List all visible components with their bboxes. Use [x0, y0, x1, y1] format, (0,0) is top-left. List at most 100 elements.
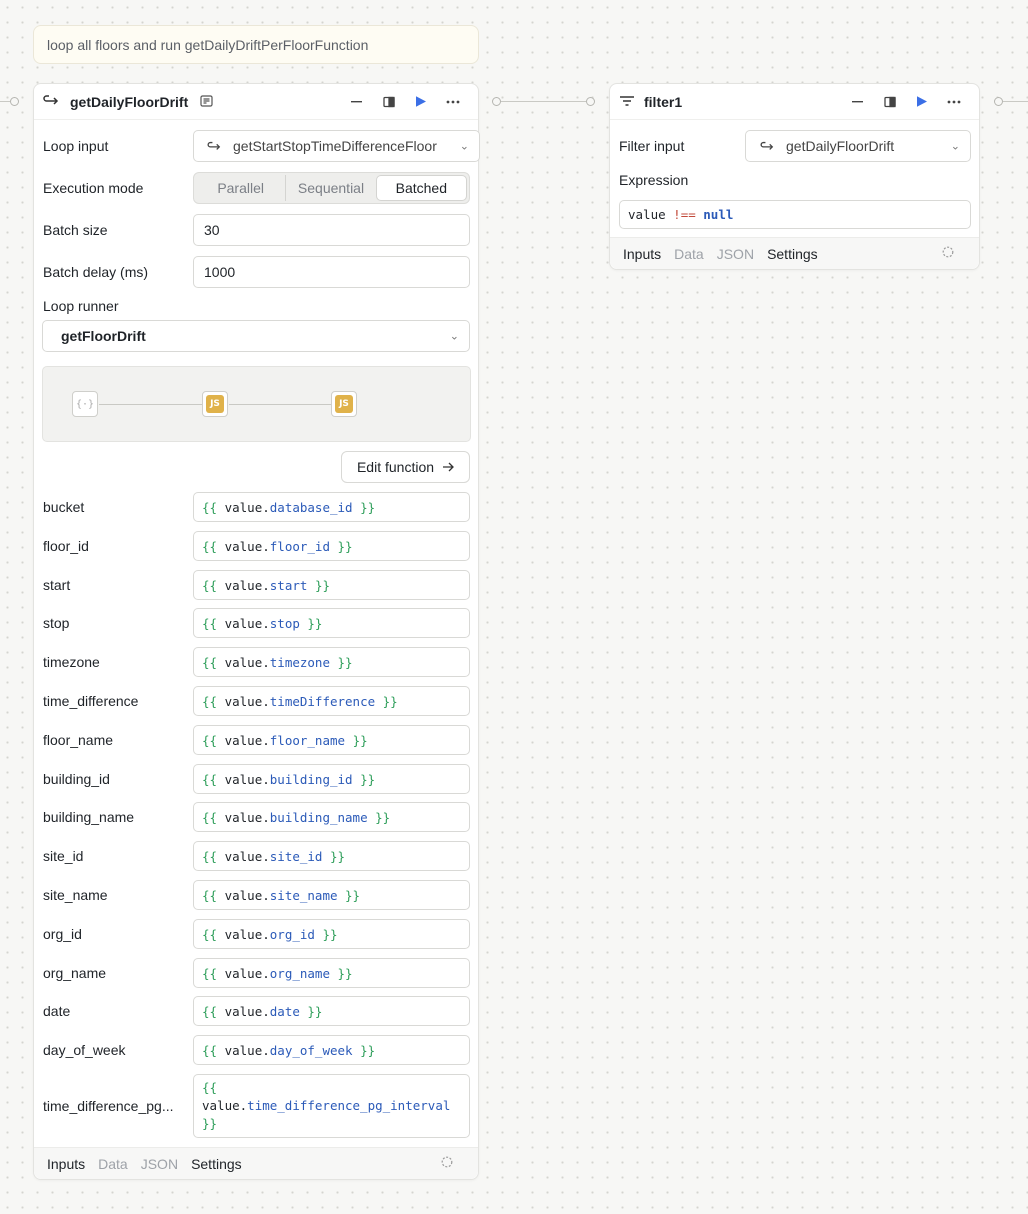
- param-input[interactable]: {{ value. org_id }}: [193, 919, 470, 949]
- param-input[interactable]: {{ value. day_of_week }}: [193, 1035, 470, 1065]
- note-text: loop all floors and run getDailyDriftPer…: [47, 37, 369, 53]
- template-close: }}: [352, 732, 368, 748]
- param-input[interactable]: {{ value. timeDifference }}: [193, 686, 470, 716]
- tab-settings[interactable]: Settings: [191, 1156, 242, 1172]
- execution-mode-label: Execution mode: [43, 180, 144, 196]
- template-property: floor_id: [269, 538, 330, 554]
- expression-input[interactable]: value !== null: [619, 200, 971, 229]
- panel-icon[interactable]: [874, 90, 906, 114]
- param-input[interactable]: {{ value. site_name }}: [193, 880, 470, 910]
- minimize-icon[interactable]: [341, 90, 373, 114]
- tab-json[interactable]: JSON: [141, 1156, 178, 1172]
- loop-icon: [760, 140, 776, 152]
- batch-size-label: Batch size: [43, 222, 108, 238]
- param-input[interactable]: {{ value. building_id }}: [193, 764, 470, 794]
- param-input[interactable]: {{ value. stop }}: [193, 608, 470, 638]
- batch-size-input[interactable]: 30: [193, 214, 470, 246]
- filter-node-title[interactable]: filter1: [644, 94, 682, 110]
- template-open: {{: [202, 771, 218, 787]
- param-input[interactable]: {{ value.time_difference_pg_interval }}: [193, 1074, 470, 1138]
- template-close: }}: [382, 693, 398, 709]
- docs-icon[interactable]: [200, 94, 213, 110]
- template-object: value: [224, 809, 263, 825]
- more-icon[interactable]: [437, 90, 469, 114]
- run-icon[interactable]: [906, 90, 938, 114]
- template-open: {{: [202, 732, 218, 748]
- param-input[interactable]: {{ value. database_id }}: [193, 492, 470, 522]
- param-label: site_name: [43, 887, 108, 903]
- mode-sequential[interactable]: Sequential: [286, 175, 375, 201]
- param-input[interactable]: {{ value. site_id }}: [193, 841, 470, 871]
- batch-size-value: 30: [204, 222, 220, 238]
- tab-json[interactable]: JSON: [717, 246, 754, 262]
- preview-edge: [229, 404, 331, 405]
- template-close: }}: [360, 1042, 376, 1058]
- loop-node[interactable]: getDailyFloorDrift Loop input getStartSt…: [33, 83, 480, 1180]
- edge-loop-to-filter: [501, 101, 586, 102]
- batch-delay-input[interactable]: 1000: [193, 256, 470, 288]
- param-label: org_id: [43, 926, 82, 942]
- template-open: {{: [202, 615, 218, 631]
- param-input[interactable]: {{ value. floor_id }}: [193, 531, 470, 561]
- template-close: }}: [360, 771, 376, 787]
- param-label: date: [43, 1003, 71, 1019]
- loop-output-handle[interactable]: [492, 97, 501, 106]
- spinner-icon: [942, 246, 954, 261]
- template-property: stop: [269, 615, 300, 631]
- param-input[interactable]: {{ value. building_name }}: [193, 802, 470, 832]
- template-open: {{: [202, 577, 218, 593]
- tab-data[interactable]: Data: [674, 246, 704, 262]
- function-preview[interactable]: {·} JS JS: [42, 366, 471, 442]
- filter-node-header[interactable]: filter1: [610, 84, 979, 120]
- loop-node-footer: Inputs Data JSON Settings: [34, 1147, 478, 1179]
- param-input[interactable]: {{ value. floor_name }}: [193, 725, 470, 755]
- param-label: floor_name: [43, 732, 114, 748]
- template-close: }}: [337, 965, 353, 981]
- template-object: value: [224, 965, 263, 981]
- edit-function-button[interactable]: Edit function: [341, 451, 470, 483]
- loop-node-header[interactable]: getDailyFloorDrift: [34, 84, 478, 120]
- param-input[interactable]: {{ value. timezone }}: [193, 647, 470, 677]
- template-object: value: [224, 615, 263, 631]
- run-icon[interactable]: [405, 90, 437, 114]
- tab-data[interactable]: Data: [98, 1156, 128, 1172]
- tab-inputs[interactable]: Inputs: [47, 1156, 85, 1172]
- js-badge: JS: [335, 395, 353, 413]
- template-open: {{: [202, 538, 218, 554]
- param-input[interactable]: {{ value. start }}: [193, 570, 470, 600]
- param-input[interactable]: {{ value. date }}: [193, 996, 470, 1026]
- tab-settings[interactable]: Settings: [767, 246, 818, 262]
- template-property: timeDifference: [269, 693, 376, 709]
- param-label: time_difference: [43, 693, 139, 709]
- template-close: }}: [307, 1003, 323, 1019]
- template-close: }}: [345, 887, 361, 903]
- arrow-right-icon: [442, 459, 454, 475]
- loop-input-handle[interactable]: [10, 97, 19, 106]
- template-open: {{: [202, 1080, 218, 1095]
- mode-parallel[interactable]: Parallel: [196, 175, 287, 201]
- param-label: building_name: [43, 809, 135, 825]
- param-label: stop: [43, 615, 70, 631]
- filter-output-handle[interactable]: [994, 97, 1003, 106]
- canvas-note[interactable]: loop all floors and run getDailyDriftPer…: [33, 25, 479, 64]
- template-open: {{: [202, 887, 218, 903]
- loop-icon: [207, 140, 223, 152]
- template-property: site_name: [269, 887, 338, 903]
- filter-node[interactable]: filter1 Filter input getDailyFloorDrift …: [609, 83, 980, 270]
- filter-input-handle[interactable]: [586, 97, 595, 106]
- loop-input-select[interactable]: getStartStopTimeDifferenceFloor ⌄: [193, 130, 480, 162]
- panel-icon[interactable]: [373, 90, 405, 114]
- loop-runner-select[interactable]: getFloorDrift ⌄: [42, 320, 470, 352]
- template-object: value: [224, 926, 263, 942]
- loop-runner-row: Loop runner: [43, 296, 468, 316]
- filter-input-select[interactable]: getDailyFloorDrift ⌄: [745, 130, 971, 162]
- param-input[interactable]: {{ value. org_name }}: [193, 958, 470, 988]
- loop-node-title[interactable]: getDailyFloorDrift: [70, 94, 188, 110]
- more-icon[interactable]: [938, 90, 970, 114]
- mode-batched[interactable]: Batched: [375, 175, 467, 201]
- minimize-icon[interactable]: [842, 90, 874, 114]
- execution-mode-toggle[interactable]: Parallel Sequential Batched: [193, 172, 470, 204]
- template-object: value: [224, 577, 263, 593]
- edit-function-label: Edit function: [356, 459, 435, 475]
- tab-inputs[interactable]: Inputs: [623, 246, 661, 262]
